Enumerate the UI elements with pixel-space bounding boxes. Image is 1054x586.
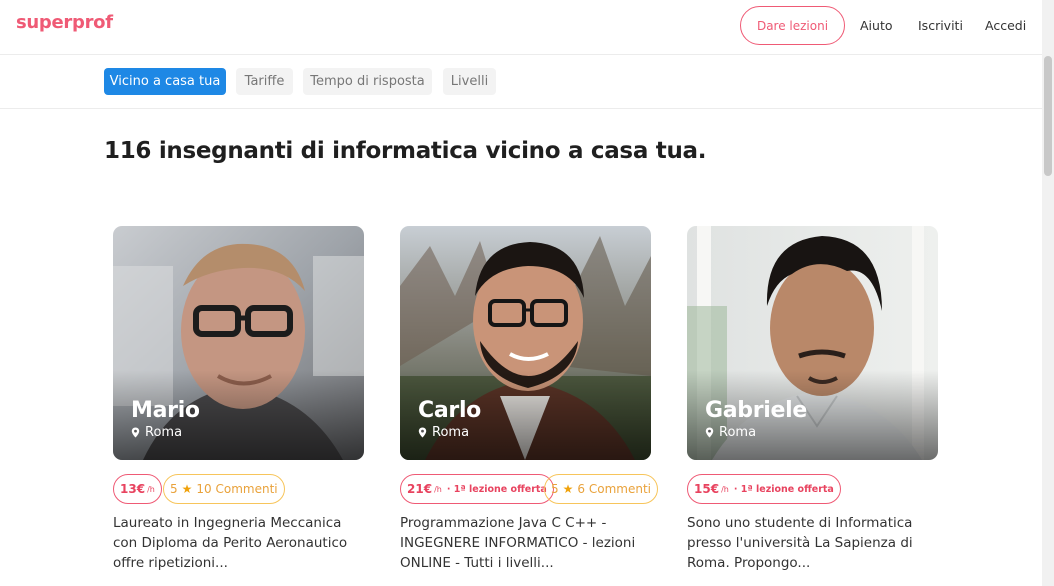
location-pin-icon [131,427,140,438]
superprof-logo[interactable]: superprof [16,12,113,33]
price-unit: /h [434,484,442,494]
rating-value: 5 [551,482,559,496]
tutor-description: Laureato in Ingegneria Meccanica con Dip… [113,515,348,571]
tutor-card[interactable]: Gabriele Roma 15€/h · 1ª lezione offerta … [687,226,938,571]
price-value: 13€ [120,482,146,496]
tutor-photo[interactable]: Mario Roma [113,226,364,460]
price-value: 21€ [407,482,433,496]
star-icon: ★ [562,482,574,496]
price-badge: 21€/h · 1ª lezione offerta [400,474,554,504]
rating-badge: 5 ★ 10 Commenti [163,474,285,504]
price-badge: 13€/h [113,474,162,504]
reviews-count: 10 Commenti [196,482,278,496]
tutor-name: Carlo [418,398,481,423]
tutor-photo[interactable]: Carlo Roma [400,226,651,460]
signup-link[interactable]: Iscriviti [918,18,963,33]
filter-rates[interactable]: Tariffe [236,68,293,95]
tutor-city: Roma [719,425,757,440]
tutor-location: Roma [705,425,756,440]
tutor-name: Mario [131,398,200,423]
first-lesson-offer: · 1ª lezione offerta [446,483,547,495]
tutor-card[interactable]: Mario Roma 13€/h 5 ★ 10 Commenti Laureato … [113,226,364,571]
price-badge: 15€/h · 1ª lezione offerta [687,474,841,504]
tutor-location: Roma [418,425,469,440]
tutor-photo[interactable]: Gabriele Roma [687,226,938,460]
tutor-name: Gabriele [705,398,808,423]
filter-bar: Vicino a casa tua Tariffe Tempo di rispo… [0,56,1054,109]
tutor-card[interactable]: Carlo Roma 21€/h · 1ª lezione offerta 5 ★ 6… [400,226,658,571]
give-lessons-button[interactable]: Dare lezioni [740,6,845,45]
filter-response-time[interactable]: Tempo di risposta [303,68,432,95]
page-title: 116 insegnanti di informatica vicino a c… [104,138,707,164]
filter-levels[interactable]: Livelli [443,68,496,95]
login-link[interactable]: Accedi [985,18,1026,33]
first-lesson-offer: · 1ª lezione offerta [733,483,834,495]
reviews-count: 6 Commenti [577,482,651,496]
price-unit: /h [721,484,729,494]
location-pin-icon [705,427,714,438]
rating-badge: 5 ★ 6 Commenti [544,474,658,504]
tutor-description: Sono uno studente di Informatica presso … [687,515,913,571]
filter-near-home[interactable]: Vicino a casa tua [104,68,226,95]
tutor-city: Roma [145,425,183,440]
tutor-badges: 13€/h 5 ★ 10 Commenti [113,474,373,504]
star-icon: ★ [181,482,193,496]
tutor-badges: 21€/h · 1ª lezione offerta 5 ★ 6 Commenti [400,474,660,504]
tutor-location: Roma [131,425,182,440]
top-header: superprof Dare lezioni Aiuto Iscriviti A… [0,0,1054,55]
price-value: 15€ [694,482,720,496]
help-link[interactable]: Aiuto [860,18,893,33]
tutor-description: Programmazione Java C C++ - INGEGNERE IN… [400,515,636,571]
tutor-badges: 15€/h · 1ª lezione offerta [687,474,947,504]
rating-value: 5 [170,482,178,496]
scrollbar-thumb[interactable] [1044,56,1052,176]
tutor-city: Roma [432,425,470,440]
location-pin-icon [418,427,427,438]
price-unit: /h [147,484,155,494]
